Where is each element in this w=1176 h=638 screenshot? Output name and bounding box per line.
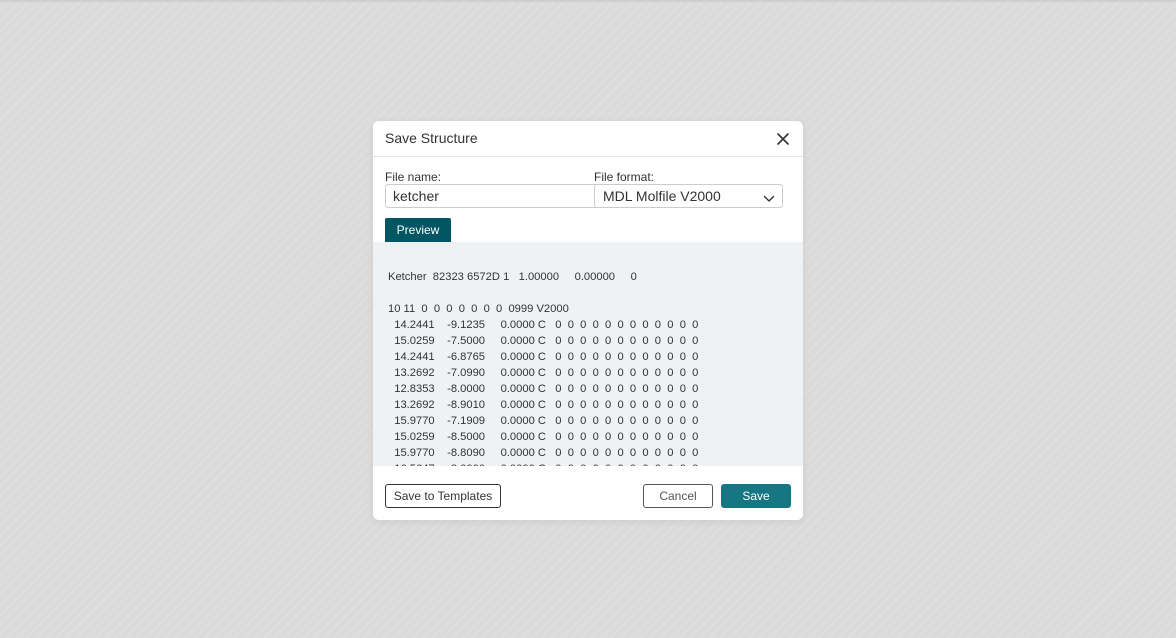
- save-to-templates-button[interactable]: Save to Templates: [385, 484, 501, 508]
- file-name-input[interactable]: [385, 184, 599, 208]
- molfile-preview-text: Ketcher 82323 6572D 1 1.00000 0.00000 0 …: [388, 271, 699, 466]
- chevron-down-icon: [763, 191, 775, 202]
- dialog-header: Save Structure: [373, 121, 803, 157]
- save-button[interactable]: Save: [721, 484, 791, 508]
- cancel-button[interactable]: Cancel: [643, 484, 713, 508]
- file-format-select[interactable]: MDL Molfile V2000: [594, 184, 783, 208]
- tab-preview[interactable]: Preview: [385, 218, 451, 242]
- top-border: [0, 0, 1176, 2]
- file-format-label: File format:: [594, 170, 655, 184]
- close-icon[interactable]: [774, 130, 792, 148]
- file-format-value: MDL Molfile V2000: [603, 188, 721, 204]
- molfile-preview[interactable]: Ketcher 82323 6572D 1 1.00000 0.00000 0 …: [373, 242, 803, 466]
- dialog-title: Save Structure: [385, 130, 478, 146]
- file-name-label: File name:: [385, 170, 442, 184]
- save-structure-dialog: Save Structure File name: File format: M…: [373, 121, 803, 520]
